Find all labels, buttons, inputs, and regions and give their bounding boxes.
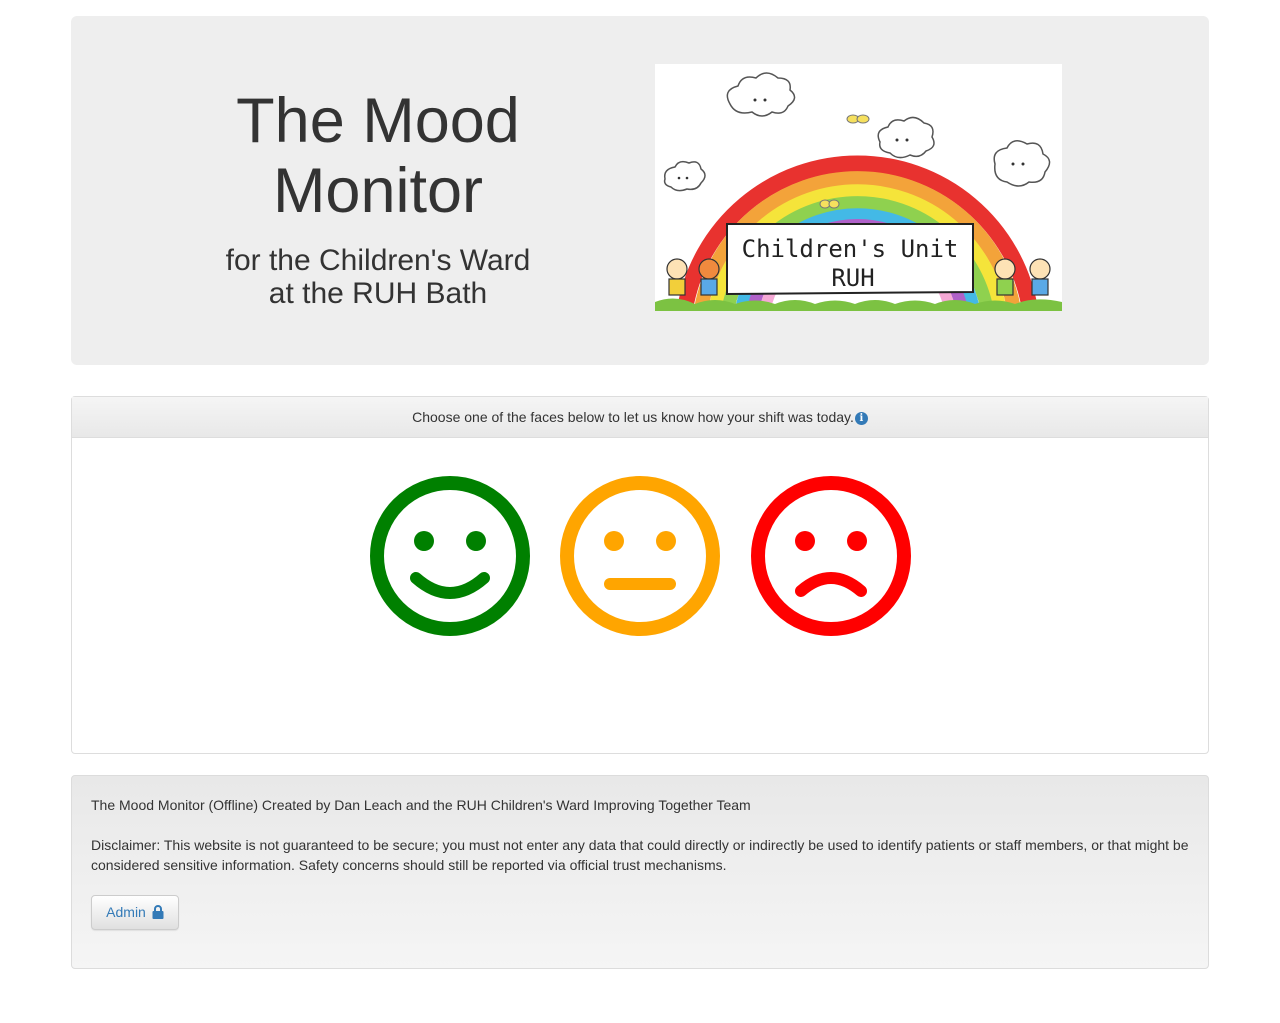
- neutral-face-icon: [560, 476, 720, 636]
- admin-button-label: Admin: [106, 904, 146, 920]
- logo-banner-line-1: Children's Unit: [742, 235, 959, 263]
- info-icon[interactable]: i: [854, 412, 868, 425]
- lock-icon: [152, 898, 164, 931]
- footer-well: The Mood Monitor (Offline) Created by Da…: [71, 775, 1209, 969]
- sad-face-button[interactable]: [750, 475, 912, 637]
- panel-heading: Choose one of the faces below to let us …: [72, 397, 1208, 438]
- title-block: The Mood Monitor for the Children's Ward…: [191, 86, 565, 310]
- rainbow-logo-image: Children's Unit RUH: [655, 72, 1062, 311]
- mood-panel: Choose one of the faces below to let us …: [71, 396, 1209, 754]
- logo-banner-line-2: RUH: [831, 264, 874, 292]
- credit-text: The Mood Monitor (Offline) Created by Da…: [91, 797, 751, 813]
- page-title: The Mood Monitor: [236, 86, 520, 226]
- page-subtitle: for the Children's Ward at the RUH Bath: [191, 244, 565, 310]
- jumbotron: The Mood Monitor for the Children's Ward…: [71, 16, 1209, 365]
- admin-button[interactable]: Admin: [91, 895, 179, 930]
- subtitle-line-1: for the Children's Ward: [225, 244, 531, 277]
- faces-row: [369, 475, 913, 637]
- panel-heading-text: Choose one of the faces below to let us …: [412, 409, 854, 425]
- sad-face-icon: [751, 476, 911, 636]
- childrens-unit-logo: Children's Unit RUH: [655, 64, 1062, 311]
- happy-face-button[interactable]: [369, 475, 531, 637]
- disclaimer-text: Disclaimer: This website is not guarante…: [91, 837, 1189, 873]
- happy-face-icon: [370, 476, 530, 636]
- subtitle-line-2: at the RUH Bath: [268, 277, 488, 310]
- neutral-face-button[interactable]: [559, 475, 721, 637]
